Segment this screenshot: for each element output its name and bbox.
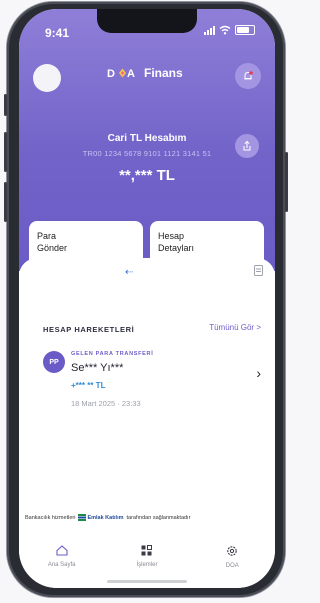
status-time: 9:41	[45, 26, 70, 40]
wifi-icon	[219, 25, 231, 35]
status-icons	[204, 25, 255, 35]
signal-icon	[204, 25, 215, 35]
share-button[interactable]	[235, 134, 259, 158]
svg-text:D: D	[107, 68, 115, 79]
home-icon	[56, 545, 68, 556]
share-icon	[243, 140, 251, 151]
doa-logo-icon: D A	[107, 68, 135, 79]
transaction-type: GELEN PARA TRANSFERİ	[71, 351, 154, 357]
gear-icon	[227, 546, 238, 556]
transaction-date: 18 Mart 2025 · 23:33	[71, 399, 141, 408]
home-indicator	[107, 580, 187, 583]
grid-icon	[141, 545, 153, 556]
brand-logo: D A Finans	[107, 66, 183, 80]
arrow-left-icon[interactable]: ⇠	[125, 267, 133, 278]
disclaimer-prefix: Bankacılık hizmetleri	[25, 514, 76, 521]
brand-name: Finans	[144, 66, 183, 80]
tab-transactions-label: İşlemler	[136, 562, 158, 568]
see-all-link[interactable]: Tümünü Gör >	[209, 323, 261, 332]
tab-home-label: Ana Sayfa	[47, 562, 76, 568]
emlak-katilim-logo: Emlak Katılım	[78, 514, 124, 521]
transactions-header: HESAP HAREKETLERİ	[43, 325, 135, 334]
emlak-logo-icon	[78, 514, 87, 521]
transaction-row[interactable]: PP GELEN PARA TRANSFERİ Se*** Yı*** +***…	[43, 349, 263, 413]
power-button	[285, 152, 288, 212]
app-screen: 9:41 D A Finans Cari TL Hesabım TR00 123…	[19, 9, 275, 588]
disclaimer-suffix: tarafından sağlanmaktadır	[126, 514, 191, 521]
profile-avatar[interactable]	[33, 64, 61, 92]
volume-up-button	[4, 132, 7, 172]
battery-icon	[235, 25, 255, 35]
account-balance: **,*** TL	[119, 167, 175, 184]
bell-icon	[244, 71, 253, 80]
transaction-amount: +*** ** TL	[71, 381, 106, 390]
account-details-line1: Hesap	[158, 231, 185, 241]
transaction-name: Se*** Yı***	[71, 362, 124, 374]
sender-avatar: PP	[43, 351, 65, 373]
send-money-line1: Para	[37, 231, 57, 241]
send-money-line2: Gönder	[37, 243, 68, 253]
document-icon[interactable]	[254, 265, 263, 276]
tab-doa-label: DOA	[225, 563, 239, 569]
mute-switch	[4, 94, 7, 116]
chevron-right-icon: ›	[256, 365, 261, 381]
volume-down-button	[4, 182, 7, 222]
account-details-line2: Detayları	[158, 243, 195, 253]
bank-name: Emlak Katılım	[87, 514, 124, 521]
notification-button[interactable]	[235, 63, 261, 89]
bank-disclaimer: Bankacılık hizmetleri Emlak Katılım tara…	[25, 514, 269, 521]
svg-text:A: A	[127, 68, 135, 79]
tab-home[interactable]: Ana Sayfa	[27, 539, 97, 588]
tab-doa[interactable]: DOA	[197, 539, 267, 588]
notch	[97, 9, 197, 33]
